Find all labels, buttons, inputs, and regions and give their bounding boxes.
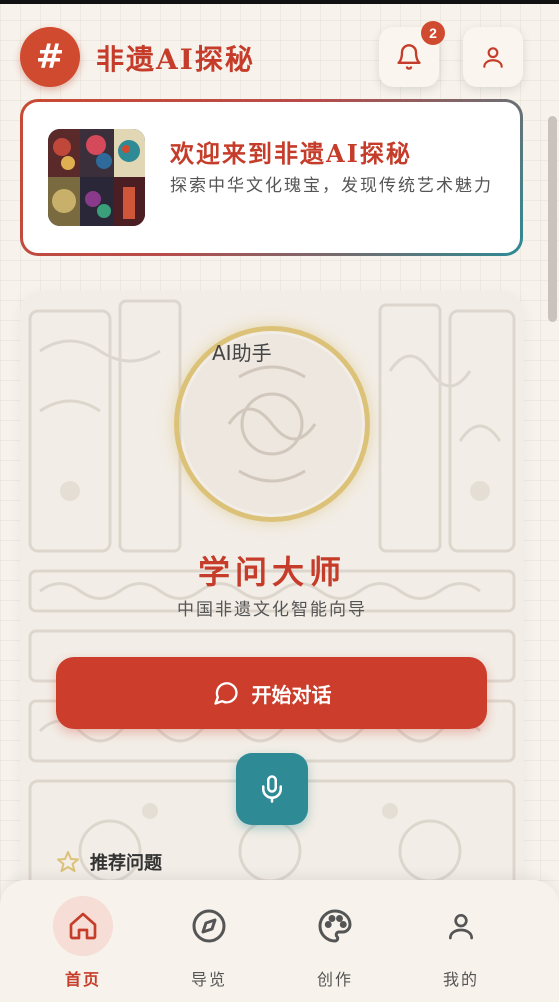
app-logo[interactable]: #: [20, 27, 80, 87]
welcome-card: 欢迎来到非遗AI探秘 探索中华文化瑰宝，发现传统艺术魅力: [20, 99, 523, 256]
nav-label-home: 首页: [64, 970, 101, 989]
logo-symbol: #: [35, 37, 65, 77]
nav-label-profile: 我的: [442, 970, 479, 989]
user-icon: [483, 47, 503, 68]
nav-item-home[interactable]: 首页: [38, 896, 128, 996]
nav-item-guide[interactable]: 导览: [164, 896, 254, 996]
bottom-navigation: 首页 导览 创作 我的: [0, 880, 559, 1002]
profile-button[interactable]: [463, 27, 523, 87]
star-icon: [57, 851, 79, 872]
assistant-description: 中国非遗文化智能向导: [177, 600, 367, 620]
home-icon: [69, 912, 97, 940]
assistant-name: 学问大师: [197, 553, 346, 591]
chat-bubble-icon: [213, 682, 238, 705]
assistant-avatar: [174, 326, 370, 522]
recommended-questions-header: 推荐问题: [56, 849, 162, 875]
microphone-icon: [262, 775, 282, 803]
notifications-button[interactable]: 2: [379, 21, 445, 87]
start-chat-label: 开始对话: [251, 682, 332, 707]
welcome-subtitle: 探索中华文化瑰宝，发现传统艺术魅力: [170, 176, 493, 196]
assistant-card: AI助手 学问大师 中国非遗文化智能向导 开始对话 推荐问题: [20, 291, 524, 931]
recommended-questions-label: 推荐问题: [90, 853, 162, 874]
voice-input-button[interactable]: [236, 753, 308, 825]
status-bar-edge: [0, 0, 559, 4]
page-scrollbar[interactable]: [548, 116, 557, 322]
user-icon: [449, 914, 473, 940]
app-title: 非遗AI探秘: [96, 43, 255, 76]
assistant-avatar-alt-text: AI助手: [212, 341, 272, 365]
welcome-title: 欢迎来到非遗AI探秘: [170, 139, 412, 168]
nav-label-create: 创作: [316, 970, 353, 989]
nav-item-create[interactable]: 创作: [290, 896, 380, 996]
bell-icon: [397, 44, 421, 70]
nav-item-profile[interactable]: 我的: [416, 896, 506, 996]
notification-badge: 2: [421, 21, 445, 45]
heritage-collage-image: [48, 129, 145, 226]
start-chat-button[interactable]: 开始对话: [56, 657, 487, 729]
palette-icon: [318, 909, 352, 943]
compass-icon: [192, 909, 226, 943]
nav-label-guide: 导览: [190, 970, 227, 989]
